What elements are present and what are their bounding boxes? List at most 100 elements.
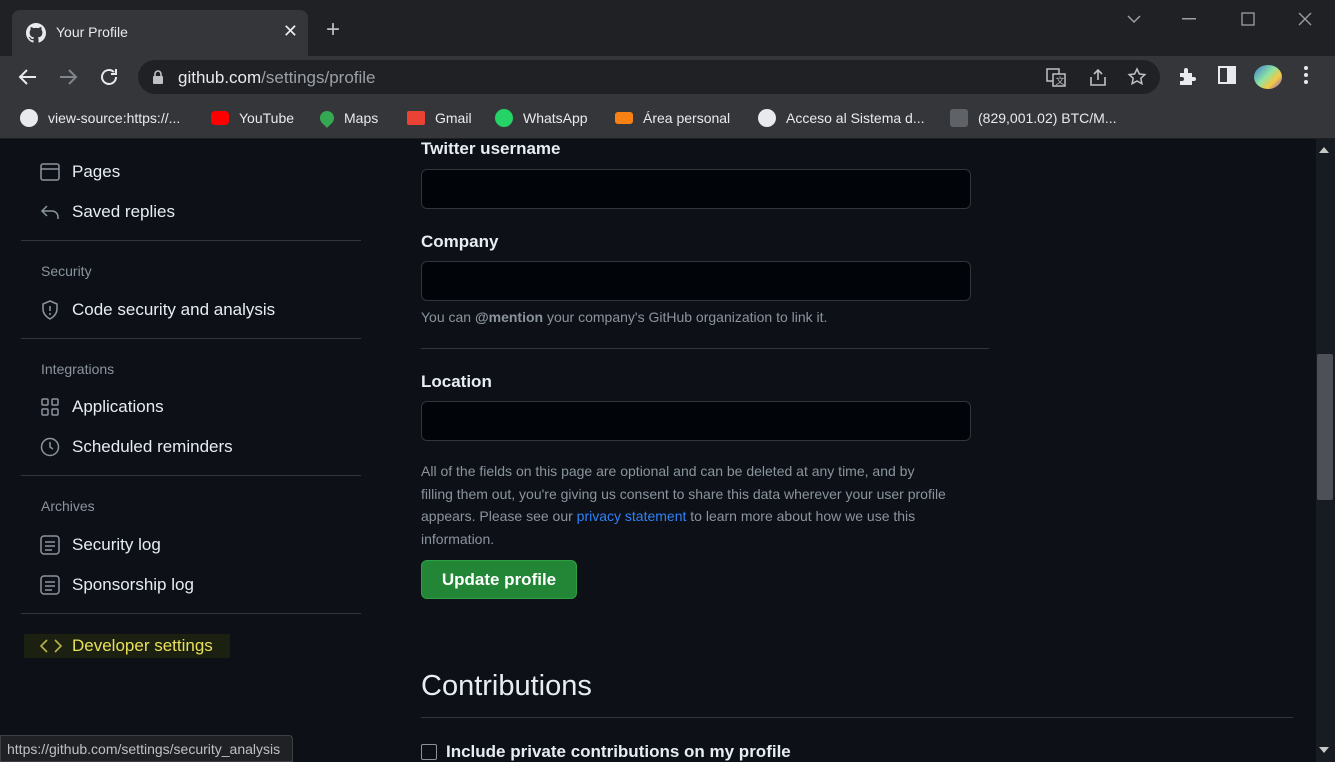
company-label: Company	[421, 232, 499, 251]
form-divider	[421, 348, 989, 349]
tab-search-icon[interactable]	[1126, 14, 1142, 24]
sidebar-item-label: Security log	[72, 535, 161, 554]
sidebar-item-label: Sponsorship log	[72, 575, 194, 594]
url-text[interactable]: github.com/settings/profile	[178, 68, 376, 88]
svg-text:文: 文	[1056, 75, 1065, 87]
note-line: appears. Please see our privacy statemen…	[421, 505, 946, 528]
sidebar-item-label: Applications	[72, 397, 164, 416]
page-scrollbar[interactable]	[1316, 139, 1335, 762]
note-line: information.	[421, 530, 495, 547]
sidebar-item-label: Code security and analysis	[72, 300, 276, 319]
note-text: your company's GitHub organization to li…	[543, 309, 828, 325]
private-contributions-checkbox[interactable]	[421, 744, 437, 760]
scrollbar-thumb[interactable]	[1317, 354, 1333, 500]
share-icon[interactable]	[1088, 67, 1108, 87]
sidebar-item-sponsorship-log[interactable]: Sponsorship log	[40, 573, 194, 597]
log-icon	[40, 575, 60, 595]
apps-icon	[41, 398, 59, 416]
bookmark-item[interactable]: Maps	[317, 108, 379, 128]
mention-text: @mention	[474, 309, 544, 325]
bookmark-item[interactable]: Área personal	[615, 108, 730, 128]
browser-tab[interactable]: Your Profile ✕	[12, 10, 308, 56]
sidebar-item-saved-replies[interactable]: Saved replies	[40, 200, 175, 224]
side-panel-icon[interactable]	[1217, 65, 1237, 85]
url-host: github.com	[178, 68, 262, 87]
sidebar-heading-integrations: Integrations	[41, 361, 115, 377]
gmail-icon	[407, 111, 425, 125]
update-profile-button[interactable]: Update profile	[421, 560, 577, 599]
bookmark-item[interactable]: WhatsApp	[495, 108, 588, 128]
sidebar-item-label: Developer settings	[72, 636, 213, 655]
bookmark-label: Área personal	[643, 110, 731, 126]
forward-icon[interactable]	[56, 65, 80, 89]
ticker-icon	[950, 109, 968, 127]
page-content: Pages Saved replies Security Code securi…	[0, 139, 1316, 762]
sidebar-divider	[21, 338, 361, 339]
browser-tab-strip: Your Profile ✕ +	[0, 0, 1335, 56]
log-icon	[40, 535, 60, 555]
sidebar-item-label: Scheduled reminders	[72, 437, 233, 456]
sidebar-item-security-log[interactable]: Security log	[40, 533, 161, 557]
bookmark-item[interactable]: YouTube	[211, 108, 294, 128]
sidebar-item-applications[interactable]: Applications	[40, 395, 164, 419]
sidebar-item-code-security[interactable]: Code security and analysis	[40, 298, 275, 322]
scroll-up-arrow-icon[interactable]	[1319, 147, 1329, 153]
contributions-heading: Contributions	[421, 670, 592, 702]
github-icon	[26, 23, 46, 43]
location-label: Location	[421, 372, 492, 391]
browser-toolbar: github.com/settings/profile 文	[0, 56, 1335, 98]
sidebar-item-label: Saved replies	[72, 202, 176, 221]
bookmark-item[interactable]: Gmail	[407, 108, 472, 128]
sidebar-divider	[21, 240, 361, 241]
link-status-bar: https://github.com/settings/security_ana…	[0, 735, 294, 762]
sidebar-item-scheduled-reminders[interactable]: Scheduled reminders	[40, 435, 233, 459]
close-window-icon[interactable]	[1298, 12, 1312, 26]
location-input[interactable]	[421, 401, 971, 441]
translate-icon[interactable]: 文	[1046, 67, 1066, 87]
bookmark-label: YouTube	[239, 110, 295, 126]
note-line: All of the fields on this page are optio…	[421, 463, 915, 479]
sidebar-heading-security: Security	[41, 263, 92, 279]
close-tab-icon[interactable]: ✕	[283, 21, 298, 41]
lock-icon[interactable]	[152, 70, 164, 84]
new-tab-button[interactable]: +	[326, 18, 340, 42]
bookmark-star-icon[interactable]	[1127, 67, 1147, 87]
back-icon[interactable]	[16, 65, 40, 89]
url-path: /settings/profile	[261, 68, 376, 87]
company-input[interactable]	[421, 261, 971, 301]
maximize-icon[interactable]	[1241, 12, 1255, 26]
privacy-statement-link[interactable]: privacy statement	[577, 508, 687, 524]
reply-icon	[40, 205, 59, 219]
bookmark-label: Acceso al Sistema d...	[786, 110, 925, 126]
sidebar-item-developer-settings[interactable]: Developer settings	[24, 634, 230, 658]
menu-kebab-icon[interactable]	[1302, 65, 1310, 85]
sidebar-divider	[21, 475, 361, 476]
reload-icon[interactable]	[97, 65, 121, 89]
address-bar[interactable]: github.com/settings/profile 文	[138, 60, 1160, 94]
sidebar-divider	[21, 613, 361, 614]
browser-icon	[40, 163, 60, 181]
minimize-icon[interactable]	[1182, 18, 1196, 20]
extensions-icon[interactable]	[1177, 65, 1199, 87]
note-line: filling them out, you're giving us conse…	[421, 485, 946, 502]
bookmark-item[interactable]: (829,001.02) BTC/M...	[950, 108, 1117, 128]
bookmark-item[interactable]: Acceso al Sistema d...	[758, 108, 925, 128]
bookmark-label: WhatsApp	[523, 110, 588, 126]
whatsapp-icon	[495, 109, 513, 127]
twitter-username-label: Twitter username	[421, 139, 561, 158]
bookmark-label: Maps	[344, 110, 379, 126]
twitter-username-input[interactable]	[421, 169, 971, 209]
optional-fields-note: All of the fields on this page are optio…	[421, 460, 946, 550]
maps-icon	[317, 108, 337, 128]
sidebar-heading-archives: Archives	[41, 498, 95, 514]
sidebar-item-label: Pages	[72, 162, 121, 181]
scroll-down-arrow-icon[interactable]	[1319, 747, 1329, 753]
tab-title: Your Profile	[56, 24, 128, 40]
moodle-icon	[615, 112, 633, 124]
sidebar-item-pages[interactable]: Pages	[40, 160, 120, 184]
private-contributions-label[interactable]: Include private contributions on my prof…	[446, 742, 791, 762]
profile-avatar[interactable]	[1254, 65, 1282, 89]
shield-icon	[42, 300, 58, 320]
bookmark-item[interactable]: view-source:https://...	[20, 108, 180, 128]
note-text: to learn more about how we use this	[686, 508, 916, 524]
